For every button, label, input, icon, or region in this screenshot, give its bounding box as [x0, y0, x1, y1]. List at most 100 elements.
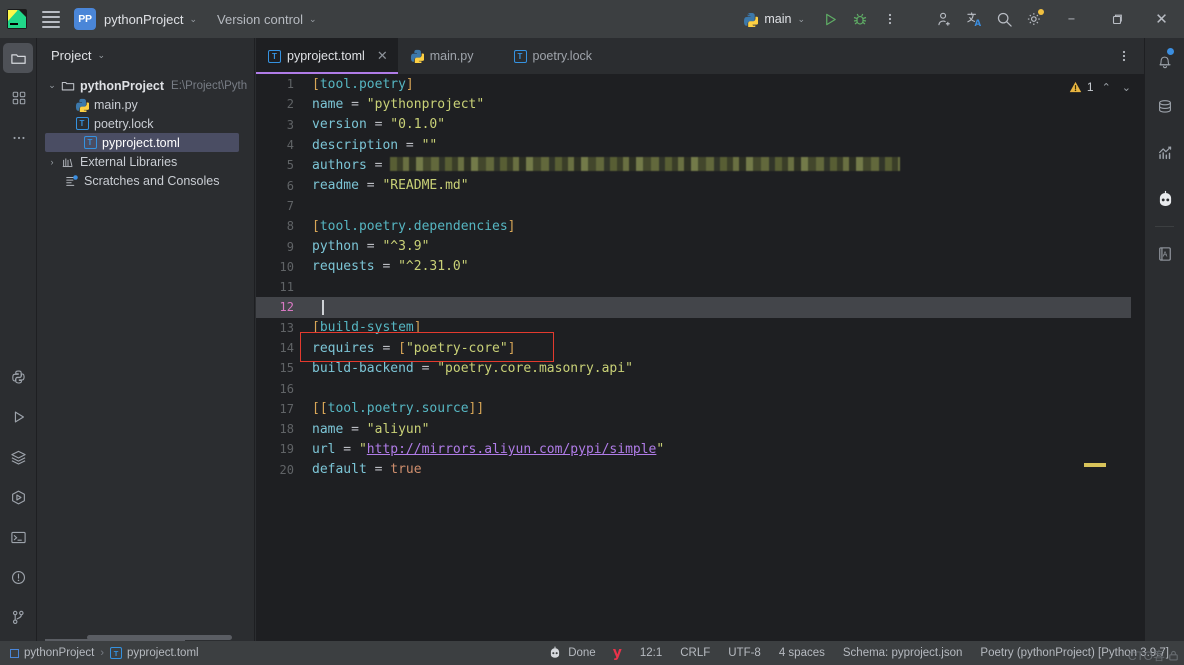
translate-icon[interactable]: A [959, 0, 989, 38]
breadcrumb-project[interactable]: pythonProject [10, 647, 94, 659]
chevron-right-icon[interactable]: › [45, 157, 59, 167]
add-user-icon[interactable] [929, 0, 959, 38]
version-control-menu[interactable]: Version control ⌄ [197, 12, 317, 27]
code-line-13[interactable]: 13 [build-system] [256, 318, 1144, 338]
token-str: "poetry.core.masonry.api" [437, 360, 633, 376]
code-line-19[interactable]: 19 url = "http://mirrors.aliyun.com/pypi/… [256, 439, 1144, 459]
code-line-2[interactable]: 2 name = "pythonproject" [256, 94, 1144, 114]
editor-vertical-scrollbar[interactable] [1131, 74, 1144, 641]
inspections-widget[interactable]: 1 ⌃ ⌄ [1069, 80, 1134, 94]
folder-icon [59, 79, 77, 93]
hamburger-menu-icon[interactable] [34, 0, 68, 38]
gear-icon[interactable] [1019, 0, 1049, 38]
code-line-17[interactable]: 17 [[tool.poetry.source]] [256, 399, 1144, 419]
chevron-down-icon[interactable]: ⌄ [45, 80, 59, 91]
tree-item-label: pyproject.toml [102, 135, 180, 150]
run-triangle-icon[interactable] [815, 0, 845, 38]
close-button[interactable]: ✕ [1139, 0, 1184, 38]
project-panel-header[interactable]: Project ⌄ [37, 38, 254, 72]
code-line-3[interactable]: 3 version = "0.1.0" [256, 115, 1144, 135]
debug-bug-icon[interactable] [845, 0, 875, 38]
left-tool-rail [0, 38, 37, 641]
minimize-button[interactable]: − [1049, 0, 1094, 38]
code-line-1[interactable]: 1 [tool.poetry] [256, 74, 1144, 94]
line-separator[interactable]: CRLF [671, 647, 719, 659]
code-line-8[interactable]: 8 [tool.poetry.dependencies] [256, 216, 1144, 236]
project-selector[interactable]: PP pythonProject ⌄ [74, 8, 197, 30]
tree-item-poetry-lock[interactable]: T poetry.lock [37, 114, 254, 133]
warning-triangle-icon [1069, 81, 1082, 93]
title-bar: PP pythonProject ⌄ Version control ⌄ mai… [0, 0, 1184, 38]
token-key: requires [312, 340, 375, 356]
sidebar-item-more[interactable] [0, 118, 37, 158]
sidebar-item-version-control[interactable] [0, 597, 37, 637]
code-line-16[interactable]: 16 [256, 378, 1144, 398]
sidebar-item-problems[interactable] [0, 557, 37, 597]
tree-item-pythonProject[interactable]: ⌄ pythonProject E:\Project\Pyth [37, 76, 254, 95]
search-icon[interactable] [989, 0, 1019, 38]
previous-problem-button[interactable]: ⌃ [1099, 81, 1114, 94]
maximize-button[interactable] [1094, 0, 1139, 38]
code-line-7[interactable]: 7 [256, 196, 1144, 216]
code-line-9[interactable]: 9 python = "^3.9" [256, 236, 1144, 256]
token-key: build-backend [312, 360, 414, 376]
indent-setting[interactable]: 4 spaces [770, 647, 834, 659]
token-key: python [312, 239, 359, 255]
token-brk: [ [398, 340, 406, 356]
code-line-15[interactable]: 15 build-backend = "poetry.core.masonry.a… [256, 358, 1144, 378]
sidebar-item-project[interactable] [3, 43, 33, 73]
sidebar-item-python-packages[interactable] [0, 357, 37, 397]
tab-label: pyproject.toml [287, 49, 365, 63]
breadcrumb-project-label: pythonProject [24, 647, 95, 659]
code-line-14[interactable]: 14 requires = ["poetry-core"] [256, 338, 1144, 358]
code-line-4[interactable]: 4 description = "" [256, 135, 1144, 155]
sidebar-item-run[interactable] [0, 397, 37, 437]
sidebar-item-python-console[interactable] [0, 477, 37, 517]
tab-poetry-lock[interactable]: T poetry.lock [502, 38, 603, 74]
code-line-12[interactable]: 12 [256, 297, 1144, 318]
breadcrumb-file[interactable]: T pyproject.toml [110, 647, 199, 659]
more-vertical-icon[interactable] [875, 0, 905, 38]
tree-item-main-py[interactable]: main.py [37, 95, 254, 114]
token-key: name [312, 421, 344, 437]
line-number: 11 [279, 280, 294, 295]
code-editor[interactable]: 1 [tool.poetry] 2 name = "pythonproject" 3 ve… [256, 74, 1144, 641]
editor-gutter-marker[interactable] [1084, 463, 1106, 467]
run-configuration-selector[interactable]: main ⌄ [743, 12, 805, 27]
inspection-marker[interactable]: у [604, 645, 631, 661]
code-line-6[interactable]: 6 readme = "README.md" [256, 175, 1144, 195]
code-line-18[interactable]: 18 name = "aliyun" [256, 419, 1144, 439]
token-tbl: tool.poetry.dependencies [319, 218, 508, 234]
url-link[interactable]: http://mirrors.aliyun.com/pypi/simple [367, 442, 657, 457]
tab-main-py[interactable]: main.py [398, 38, 484, 74]
sidebar-item-ai-assistant[interactable] [1145, 176, 1184, 222]
caret-position[interactable]: 12:1 [631, 647, 671, 659]
code-line-11[interactable]: 11 [256, 277, 1144, 297]
pycharm-logo-icon [0, 0, 34, 38]
tab-pyproject-toml[interactable]: T pyproject.toml ✕ [256, 38, 398, 74]
code-line-10[interactable]: 10 requests = "^2.31.0" [256, 257, 1144, 277]
close-icon[interactable]: ✕ [377, 48, 388, 64]
sidebar-item-structure[interactable] [0, 78, 37, 118]
tree-item-external-libraries[interactable]: › External Libraries [37, 152, 254, 171]
sidebar-item-terminal[interactable] [0, 517, 37, 557]
code-line-20[interactable]: 20 default = true [256, 460, 1144, 480]
sidebar-item-database[interactable] [1145, 84, 1184, 130]
sidebar-item-services[interactable] [0, 437, 37, 477]
sidebar-item-translation[interactable]: A [1145, 231, 1184, 277]
breadcrumb-separator: › [100, 647, 104, 659]
run-config-label: main [764, 12, 792, 26]
file-encoding[interactable]: UTF-8 [719, 647, 770, 659]
sidebar-item-notifications[interactable] [1145, 38, 1184, 84]
token-tbl: tool.poetry.source [327, 401, 469, 417]
build-status[interactable]: Done [540, 646, 604, 660]
sidebar-item-profiler[interactable] [1145, 130, 1184, 176]
line-number: 15 [279, 361, 294, 376]
tree-item-scratches-and-consoles[interactable]: Scratches and Consoles [37, 171, 254, 190]
token-brk: ]] [468, 401, 485, 417]
json-schema[interactable]: Schema: pyproject.json [834, 647, 972, 659]
more-vertical-icon[interactable] [1110, 38, 1138, 74]
code-line-5[interactable]: 5 authors = [256, 155, 1144, 175]
tree-item-pyproject-toml[interactable]: T pyproject.toml [45, 133, 239, 152]
line-content: description = "" [302, 138, 437, 153]
